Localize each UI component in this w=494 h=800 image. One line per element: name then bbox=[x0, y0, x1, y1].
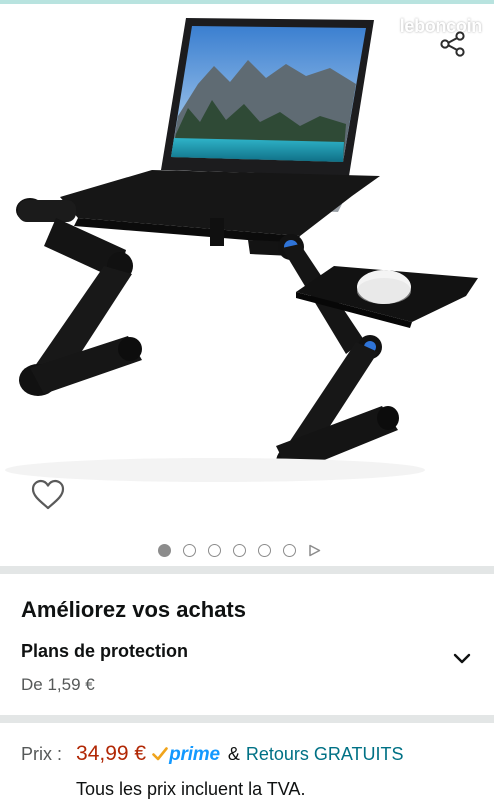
carousel-dot-3[interactable] bbox=[208, 543, 221, 557]
tva-note: Tous les prix incluent la TVA. bbox=[76, 779, 306, 799]
carousel-dot-6[interactable] bbox=[283, 543, 296, 557]
product-photo[interactable] bbox=[0, 4, 494, 565]
carousel-dot-1[interactable] bbox=[158, 543, 171, 557]
ampersand: & bbox=[227, 744, 240, 764]
heart-outline-icon[interactable] bbox=[31, 479, 65, 511]
upgrade-section-title: Améliorez vos achats bbox=[21, 597, 246, 622]
protection-plans-price: De 1,59 € bbox=[21, 675, 95, 694]
section-divider bbox=[0, 566, 494, 574]
carousel-dot-4[interactable] bbox=[233, 543, 246, 557]
carousel-dot-5[interactable] bbox=[258, 543, 271, 557]
carousel-dot-2[interactable] bbox=[183, 543, 196, 557]
price-value: 34,99 € bbox=[76, 742, 147, 765]
section-divider bbox=[0, 715, 494, 723]
protection-plans-title[interactable]: Plans de protection bbox=[21, 641, 188, 662]
chevron-down-icon[interactable] bbox=[452, 652, 472, 666]
price-row: Prix : 34,99 € prime & Retours GRATUITS bbox=[21, 742, 404, 766]
free-returns-link[interactable]: Retours GRATUITS bbox=[246, 744, 404, 765]
image-carousel-indicator[interactable] bbox=[158, 543, 321, 557]
video-play-icon[interactable] bbox=[308, 544, 321, 557]
prime-label: prime bbox=[169, 744, 220, 765]
check-icon bbox=[152, 747, 168, 761]
product-image-gallery[interactable]: leboncoin bbox=[0, 4, 494, 565]
share-icon[interactable] bbox=[438, 31, 468, 57]
prime-badge: prime bbox=[152, 744, 220, 766]
price-label: Prix : bbox=[21, 744, 63, 764]
